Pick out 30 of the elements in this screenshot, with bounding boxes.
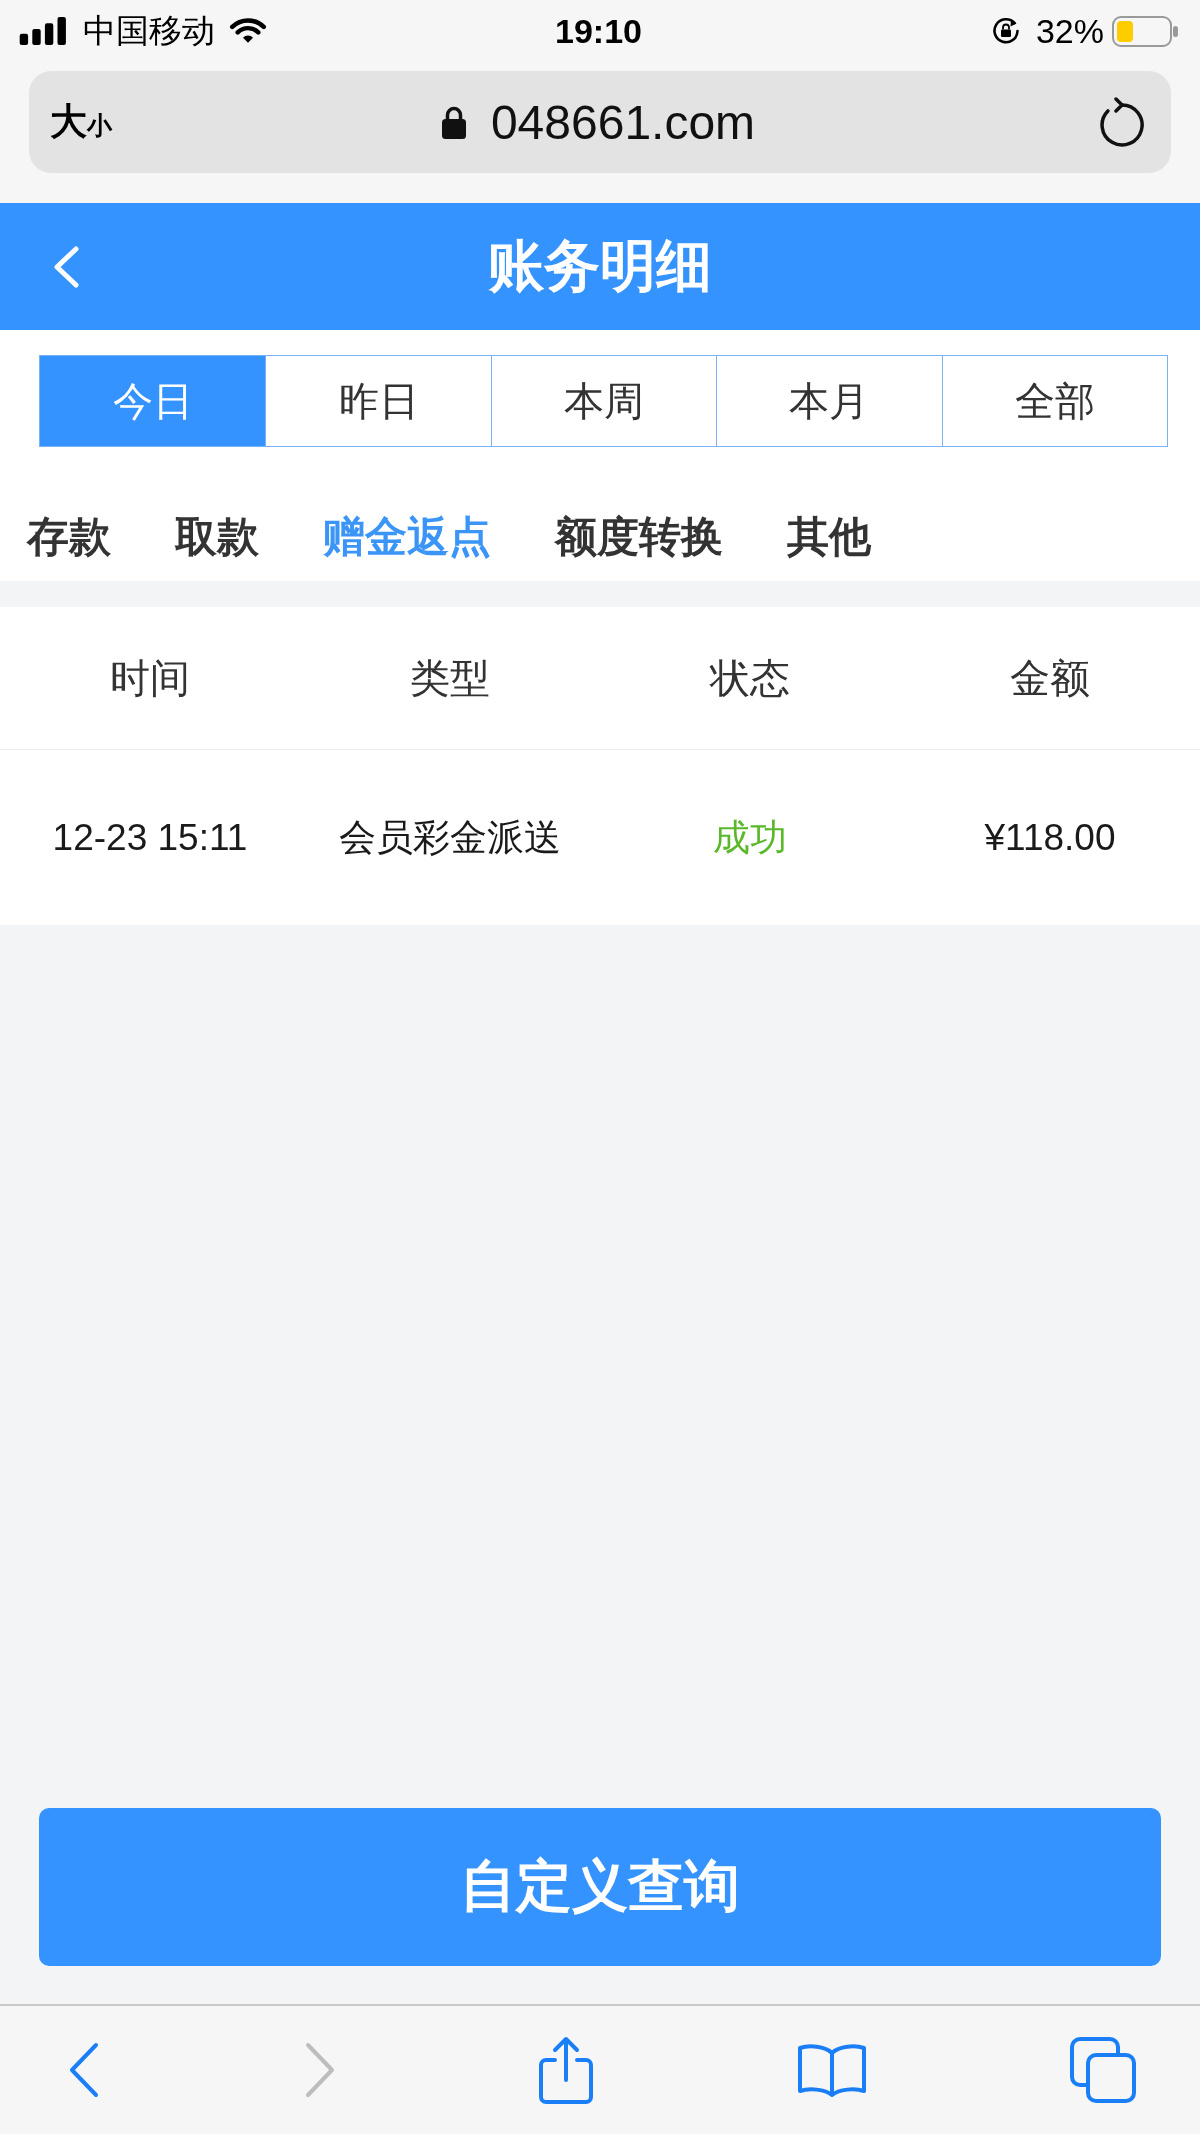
reload-icon[interactable] <box>1100 97 1146 147</box>
category-tab[interactable]: 其他 <box>787 511 871 563</box>
book-icon[interactable] <box>796 2043 867 2097</box>
tabs-icon[interactable] <box>1070 2037 1136 2103</box>
back-icon[interactable] <box>68 2042 100 2098</box>
rotation-lock-icon <box>991 17 1020 45</box>
url-text[interactable]: 048661.com <box>490 94 756 150</box>
category-tab[interactable]: 额度转换 <box>555 511 723 563</box>
table-cell: ¥118.00 <box>984 816 1116 859</box>
column-header: 金额 <box>1010 654 1090 702</box>
share-icon[interactable] <box>539 2036 593 2104</box>
lock-icon <box>440 105 467 139</box>
battery-percent: 32% <box>1035 11 1104 51</box>
column-header: 时间 <box>110 654 190 702</box>
page-title: 账务明细 <box>488 232 712 299</box>
clock-time: 19:10 <box>555 11 642 51</box>
wifi-icon <box>229 17 267 45</box>
column-header: 类型 <box>410 654 490 702</box>
text-size-button[interactable]: 大小 <box>50 97 112 147</box>
signal-icon <box>19 17 68 45</box>
carrier-name: 中国移动 <box>83 10 215 51</box>
status-text: 成功 <box>713 815 787 860</box>
battery-icon <box>1112 15 1178 47</box>
category-tab[interactable]: 取款 <box>175 511 259 563</box>
table-cell-text: 会员彩金派送 <box>339 815 561 860</box>
back-icon[interactable] <box>52 245 80 288</box>
column-header: 状态 <box>710 654 790 702</box>
category-tab[interactable]: 存款 <box>27 511 111 563</box>
address-bar[interactable]: 大小 048661.com <box>29 71 1171 173</box>
table-cell: 12-23 15:11 <box>52 816 248 859</box>
